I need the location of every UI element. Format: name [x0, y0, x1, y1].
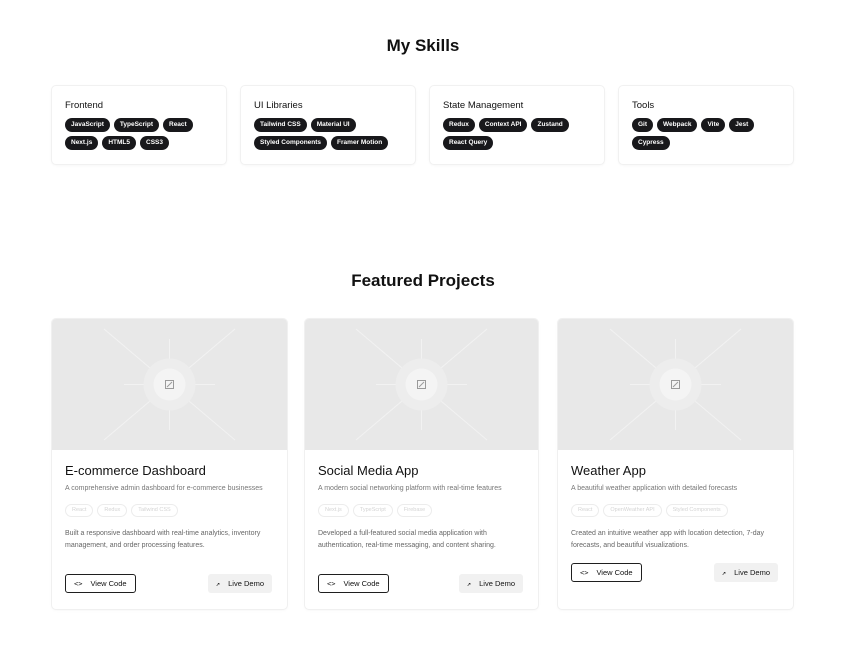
view-code-label: View Code — [343, 579, 380, 588]
project-title: Social Media App — [318, 463, 419, 478]
project-tag: Styled Components — [665, 504, 728, 517]
skill-chip: Redux — [443, 118, 475, 132]
image-placeholder-icon — [355, 328, 488, 441]
skill-card-frontend: Frontend JavaScript TypeScript React Nex… — [52, 86, 226, 164]
project-image-placeholder — [558, 319, 793, 450]
skill-chip: Git — [632, 118, 654, 132]
view-code-button[interactable]: <> View Code — [318, 574, 389, 593]
project-description: A modern social networking platform with… — [318, 485, 502, 492]
project-details: Created an intuitive weather app with lo… — [571, 530, 765, 549]
project-image-placeholder — [52, 319, 287, 450]
project-details: Developed a full-featured social media a… — [318, 530, 496, 549]
skill-chip: Jest — [729, 118, 755, 132]
skill-chip: CSS3 — [140, 136, 169, 150]
code-icon: <> — [580, 568, 589, 577]
external-link-icon: ↗ — [721, 568, 727, 577]
live-demo-label: Live Demo — [734, 568, 770, 577]
skill-category-title: Frontend — [65, 100, 104, 111]
project-tag: React — [65, 504, 94, 517]
live-demo-button[interactable]: ↗ Live Demo — [713, 563, 778, 582]
skill-card-state-management: State Management Redux Context API Zusta… — [430, 86, 604, 164]
view-code-label: View Code — [596, 568, 633, 577]
project-description: A comprehensive admin dashboard for e-co… — [65, 485, 263, 492]
projects-section-title: Featured Projects — [351, 271, 495, 290]
skill-chip: Tailwind CSS — [254, 118, 307, 132]
image-placeholder-icon — [103, 328, 236, 441]
code-icon: <> — [74, 579, 83, 588]
skill-category-title: UI Libraries — [254, 100, 303, 111]
skill-chip: Cypress — [632, 136, 670, 150]
skill-chip: Framer Motion — [331, 136, 389, 150]
skill-chip: Styled Components — [254, 136, 328, 150]
skill-chip: Zustand — [531, 118, 569, 132]
skill-category-title: Tools — [632, 100, 655, 111]
project-tag: OpenWeather API — [603, 504, 662, 517]
project-image-placeholder — [305, 319, 538, 450]
skill-chip: Vite — [701, 118, 726, 132]
view-code-label: View Code — [90, 579, 127, 588]
project-description: A beautiful weather application with det… — [571, 485, 738, 492]
external-link-icon: ↗ — [466, 579, 472, 588]
project-tag: Redux — [97, 504, 128, 517]
live-demo-button[interactable]: ↗ Live Demo — [207, 574, 272, 593]
live-demo-label: Live Demo — [479, 579, 515, 588]
project-tag: Firebase — [396, 504, 433, 517]
code-icon: <> — [327, 579, 336, 588]
project-card-weather: Weather App A beautiful weather applicat… — [558, 319, 793, 609]
project-tag: TypeScript — [352, 504, 393, 517]
project-card-ecommerce: E-commerce Dashboard A comprehensive adm… — [52, 319, 287, 609]
skill-chip: Next.js — [65, 136, 99, 150]
skill-chip: React Query — [443, 136, 494, 150]
skill-chip: Context API — [478, 118, 528, 132]
skill-chip: TypeScript — [113, 118, 159, 132]
project-title: Weather App — [571, 463, 646, 478]
skill-chip: HTML5 — [102, 136, 136, 150]
live-demo-button[interactable]: ↗ Live Demo — [458, 574, 523, 593]
project-title: E-commerce Dashboard — [65, 463, 206, 478]
skill-card-ui-libraries: UI Libraries Tailwind CSS Material UI St… — [241, 86, 415, 164]
view-code-button[interactable]: <> View Code — [571, 563, 642, 582]
view-code-button[interactable]: <> View Code — [65, 574, 136, 593]
skill-chip: Material UI — [310, 118, 356, 132]
project-tag: Tailwind CSS — [131, 504, 178, 517]
skills-section-title: My Skills — [386, 36, 460, 55]
skill-chip: Webpack — [657, 118, 698, 132]
image-placeholder-icon — [609, 328, 742, 441]
live-demo-label: Live Demo — [228, 579, 264, 588]
external-link-icon: ↗ — [215, 579, 221, 588]
skill-chip: JavaScript — [65, 118, 110, 132]
project-card-social-media: Social Media App A modern social network… — [305, 319, 538, 609]
skill-category-title: State Management — [443, 100, 524, 111]
project-tag: React — [571, 504, 600, 517]
skill-chip: React — [163, 118, 193, 132]
project-tag: Next.js — [318, 504, 349, 517]
project-details: Built a responsive dashboard with real-t… — [65, 530, 261, 549]
skill-card-tools: Tools Git Webpack Vite Jest Cypress — [619, 86, 793, 164]
